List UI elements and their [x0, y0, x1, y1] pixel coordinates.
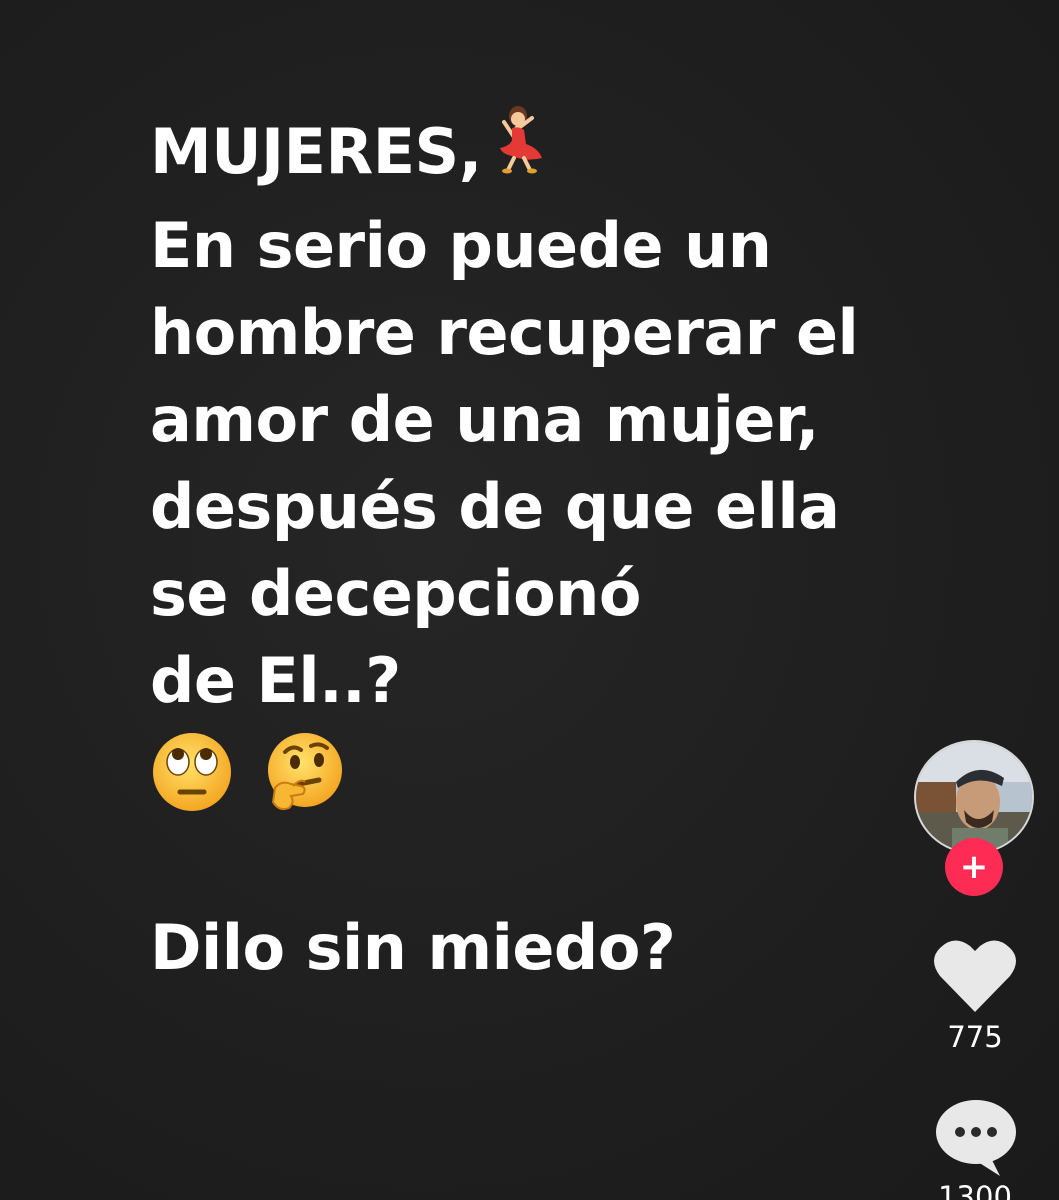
- emoji-row: [150, 724, 920, 817]
- caption-text: MUJERES,: [150, 115, 482, 188]
- face-rolling-eyes-emoji: [150, 730, 234, 814]
- caption-line-2: En serio puede un: [150, 208, 772, 282]
- action-rail: + 775 1300: [912, 740, 1038, 1200]
- like-count: 775: [947, 1020, 1003, 1054]
- post-caption-overlay: MUJERES, En serio puede un hombre recupe…: [150, 105, 920, 991]
- woman-dancing-emoji: [482, 104, 552, 196]
- caption-question: Dilo sin miedo?: [150, 910, 676, 984]
- thinking-face-emoji: [261, 730, 345, 814]
- creator-avatar[interactable]: [914, 740, 1034, 854]
- comment-count: 1300: [938, 1180, 1012, 1200]
- video-screen[interactable]: MUJERES, En serio puede un hombre recupe…: [0, 0, 1059, 1200]
- caption-line-5: después de que ella: [150, 469, 840, 543]
- caption-line-3: hombre recuperar el: [150, 295, 859, 369]
- caption-line-7: de El..?: [150, 643, 401, 717]
- like-button[interactable]: [932, 936, 1018, 1016]
- caption-line-6: se decepcionó: [150, 556, 641, 630]
- comment-button[interactable]: [934, 1098, 1018, 1178]
- follow-button[interactable]: +: [945, 838, 1003, 896]
- comment-icon: [936, 1100, 1016, 1176]
- caption-line-4: amor de una mujer,: [150, 382, 819, 456]
- caption-line-1: MUJERES,: [150, 105, 920, 202]
- heart-icon: [934, 940, 1016, 1012]
